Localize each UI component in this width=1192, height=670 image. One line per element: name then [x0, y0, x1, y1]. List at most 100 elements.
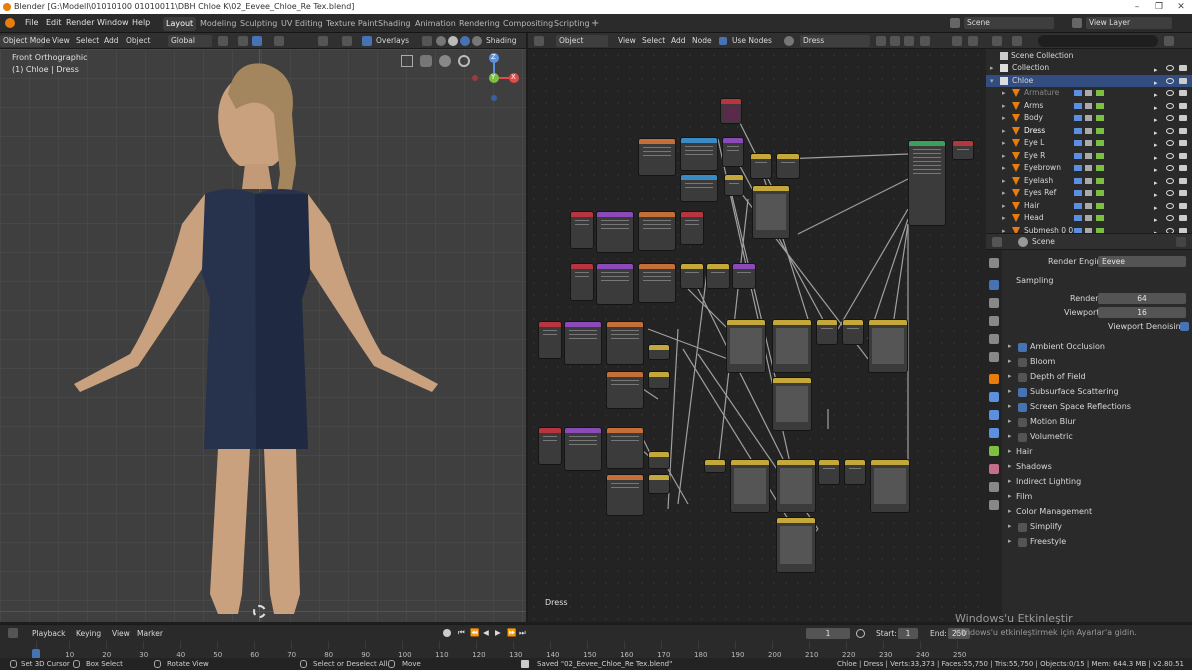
expand-arrow-icon[interactable]: ▸ — [1002, 162, 1006, 174]
shader-node[interactable] — [818, 459, 840, 485]
expand-arrow-icon[interactable]: ▾ — [990, 75, 994, 87]
panel-expand-icon[interactable]: ▸ — [1008, 492, 1012, 500]
render-engine-selector[interactable]: Eevee — [1098, 256, 1186, 267]
modifier-data-icons[interactable] — [1074, 152, 1104, 159]
shader-type-selector[interactable]: Object — [556, 35, 608, 47]
properties-editor-type-icon[interactable] — [992, 237, 1002, 247]
node-menu-node[interactable]: Node — [692, 36, 712, 45]
expand-arrow-icon[interactable]: ▸ — [1002, 137, 1006, 149]
panel-enable-checkbox[interactable] — [1018, 538, 1027, 547]
output-tab-icon[interactable] — [989, 298, 999, 308]
panel-expand-icon[interactable]: ▸ — [1008, 507, 1012, 515]
modifier-data-icons[interactable] — [1074, 215, 1104, 221]
visibility-eye-icon[interactable] — [1166, 152, 1174, 159]
visibility-eye-icon[interactable] — [1166, 115, 1174, 121]
panel-expand-icon[interactable]: ▸ — [1008, 432, 1012, 440]
shader-node[interactable] — [606, 474, 644, 516]
outliner-item[interactable]: ▸ Body ▸ — [986, 112, 1192, 124]
modifier-data-icons[interactable] — [1074, 190, 1104, 196]
constraints-tab-icon[interactable] — [989, 500, 999, 510]
properties-pin-icon[interactable] — [1176, 237, 1186, 247]
tab-texture-paint[interactable]: Texture Paint — [323, 17, 381, 31]
panel-enable-checkbox[interactable] — [1018, 403, 1027, 412]
tab-shading[interactable]: Shading — [375, 17, 414, 31]
shader-node[interactable] — [606, 371, 644, 409]
modifier-data-icons[interactable] — [1074, 115, 1104, 121]
tab-layout[interactable]: Layout — [163, 17, 197, 31]
add-workspace-icon[interactable]: + — [588, 17, 602, 31]
start-frame-field[interactable]: 1 — [898, 628, 918, 639]
panel-expand-icon[interactable]: ▸ — [1008, 357, 1012, 365]
panel-header-label[interactable]: Motion Blur — [1030, 417, 1076, 426]
menu-help[interactable]: Help — [132, 18, 150, 27]
tool-tab-icon[interactable] — [989, 258, 999, 268]
physics-tab-icon[interactable] — [989, 428, 999, 438]
overlay-node-icon[interactable] — [968, 36, 978, 46]
camera-icon[interactable] — [420, 55, 432, 67]
expand-arrow-icon[interactable]: ▸ — [1002, 87, 1006, 99]
shader-node[interactable] — [772, 377, 812, 431]
render-camera-icon[interactable] — [1179, 152, 1187, 159]
modifier-data-icons[interactable] — [1074, 140, 1104, 146]
outliner-editor-type-icon[interactable] — [992, 36, 1002, 46]
use-nodes-checkbox[interactable] — [719, 37, 727, 45]
viewport-menu-add[interactable]: Add — [104, 36, 119, 45]
blender-menu-icon[interactable] — [5, 18, 15, 28]
outliner-filter-icon[interactable] — [1164, 36, 1174, 46]
view-layer-icon[interactable] — [1072, 18, 1082, 28]
visibility-eye-icon[interactable] — [1166, 77, 1174, 84]
wireframe-shading-icon[interactable] — [436, 36, 446, 46]
shader-node[interactable] — [706, 263, 730, 289]
panel-enable-checkbox[interactable] — [1018, 343, 1027, 352]
unlink-material-icon[interactable] — [904, 36, 914, 46]
panel-enable-checkbox[interactable] — [1018, 358, 1027, 367]
shader-node[interactable] — [638, 263, 676, 303]
shader-node[interactable] — [732, 263, 756, 289]
modifier-data-icons[interactable] — [1074, 102, 1104, 109]
outliner-item[interactable]: ▸ Hair ▸ — [986, 200, 1192, 212]
render-camera-icon[interactable] — [1179, 190, 1187, 196]
record-icon[interactable] — [443, 629, 451, 637]
material-icon[interactable] — [784, 36, 794, 46]
tab-modeling[interactable]: Modeling — [197, 17, 239, 31]
panel-expand-icon[interactable]: ▸ — [1008, 462, 1012, 470]
panel-expand-icon[interactable]: ▸ — [1008, 387, 1012, 395]
shader-node[interactable] — [726, 319, 766, 373]
visibility-eye-icon[interactable] — [1166, 190, 1174, 196]
modifier-tab-icon[interactable] — [989, 392, 999, 402]
render-camera-icon[interactable] — [1179, 127, 1187, 134]
panel-header-label[interactable]: Volumetric — [1030, 432, 1073, 441]
prev-keyframe-icon[interactable]: ⏪ — [470, 628, 479, 637]
pin-icon[interactable] — [920, 36, 930, 46]
tab-animation[interactable]: Animation — [412, 17, 459, 31]
visibility-eye-icon[interactable] — [1166, 140, 1174, 146]
properties-editor[interactable]: Scene Render Engine Eevee Sampling Rende… — [986, 233, 1192, 623]
outliner-item[interactable]: ▸ Eyelash ▸ — [986, 175, 1192, 187]
shading-dropdown[interactable]: Shading — [486, 36, 516, 45]
menu-edit[interactable]: Edit — [46, 18, 62, 27]
shader-node[interactable] — [816, 319, 838, 345]
node-menu-select[interactable]: Select — [642, 36, 665, 45]
view-layer-tab-icon[interactable] — [989, 316, 999, 326]
shader-node[interactable] — [648, 371, 670, 389]
expand-arrow-icon[interactable]: ▸ — [1002, 200, 1006, 212]
node-menu-view[interactable]: View — [618, 36, 636, 45]
shader-node[interactable] — [596, 263, 634, 305]
overlays-icon[interactable] — [362, 36, 372, 46]
visibility-eye-icon[interactable] — [1166, 65, 1174, 71]
expand-arrow-icon[interactable]: ▸ — [1002, 187, 1006, 199]
shader-node[interactable] — [606, 427, 644, 469]
tab-sculpting[interactable]: Sculpting — [237, 17, 280, 31]
timeline-editor-type-icon[interactable] — [8, 628, 18, 638]
timeline-view-menu[interactable]: View — [112, 629, 130, 638]
tab-scripting[interactable]: Scripting — [551, 17, 593, 31]
shader-node[interactable] — [564, 427, 602, 471]
snap-icon[interactable] — [238, 36, 248, 46]
shader-node[interactable] — [570, 211, 594, 249]
shader-node-editor[interactable]: Dress — [528, 49, 1002, 622]
panel-header-label[interactable]: Bloom — [1030, 357, 1055, 366]
lookdev-shading-icon[interactable] — [460, 36, 470, 46]
shader-node[interactable] — [648, 474, 670, 494]
editor-type-icon[interactable] — [534, 36, 544, 46]
timeline-playback-menu[interactable]: Playback — [32, 629, 65, 638]
